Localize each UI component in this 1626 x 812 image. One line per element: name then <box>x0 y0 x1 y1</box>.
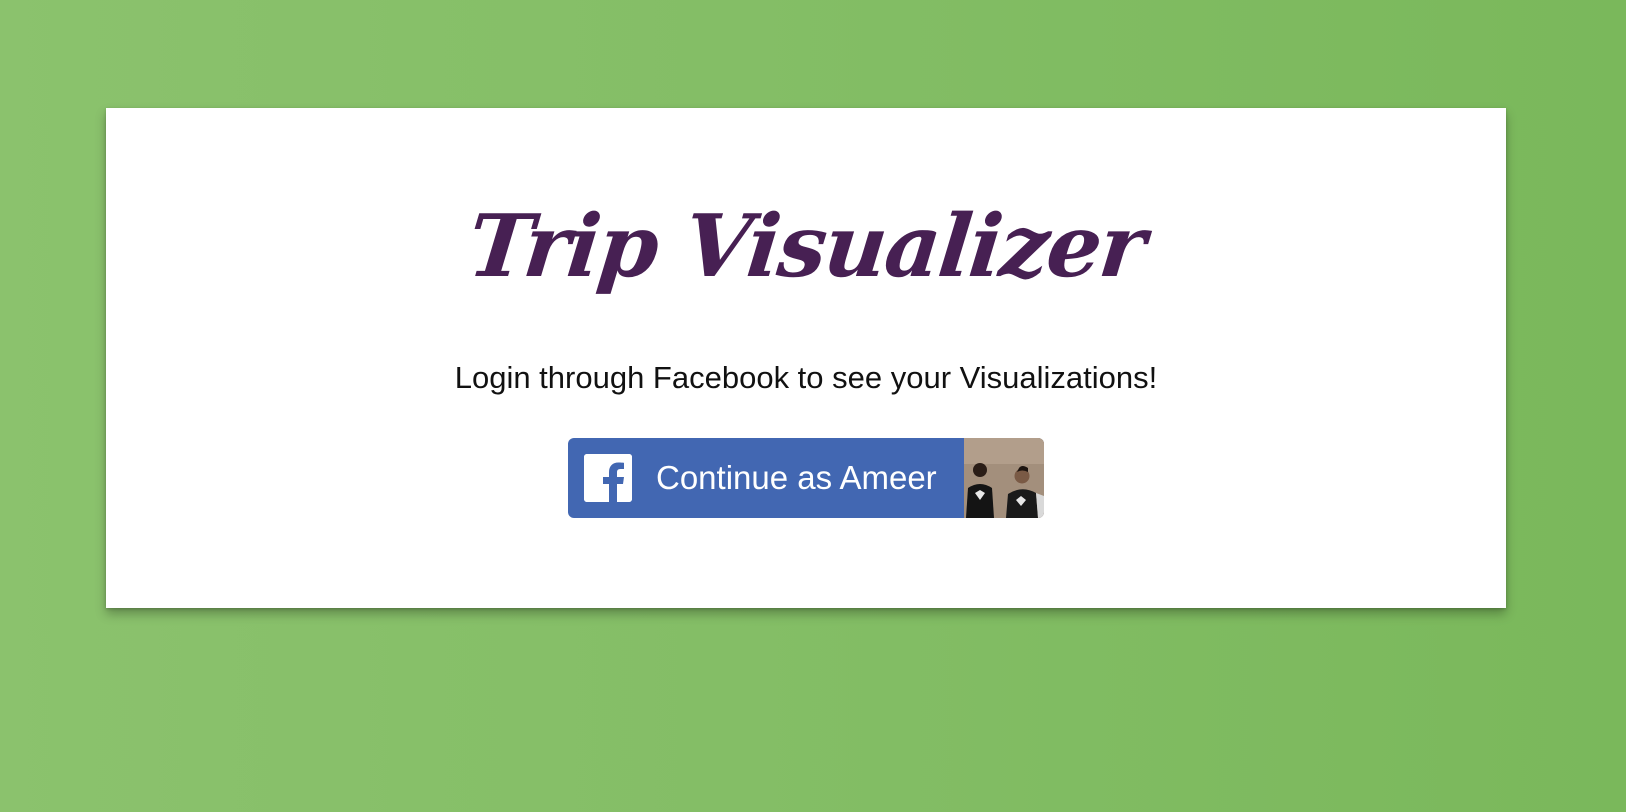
facebook-f-icon <box>584 454 632 502</box>
login-instructions: Login through Facebook to see your Visua… <box>454 360 1158 395</box>
profile-photo-avatar <box>964 438 1044 518</box>
facebook-button-label: Continue as Ameer <box>656 459 937 496</box>
login-card: Trip Visualizer Login through Facebook t… <box>106 108 1506 608</box>
app-title: Trip Visualizer <box>463 196 1149 297</box>
facebook-continue-button[interactable]: Continue as Ameer <box>568 438 1044 518</box>
